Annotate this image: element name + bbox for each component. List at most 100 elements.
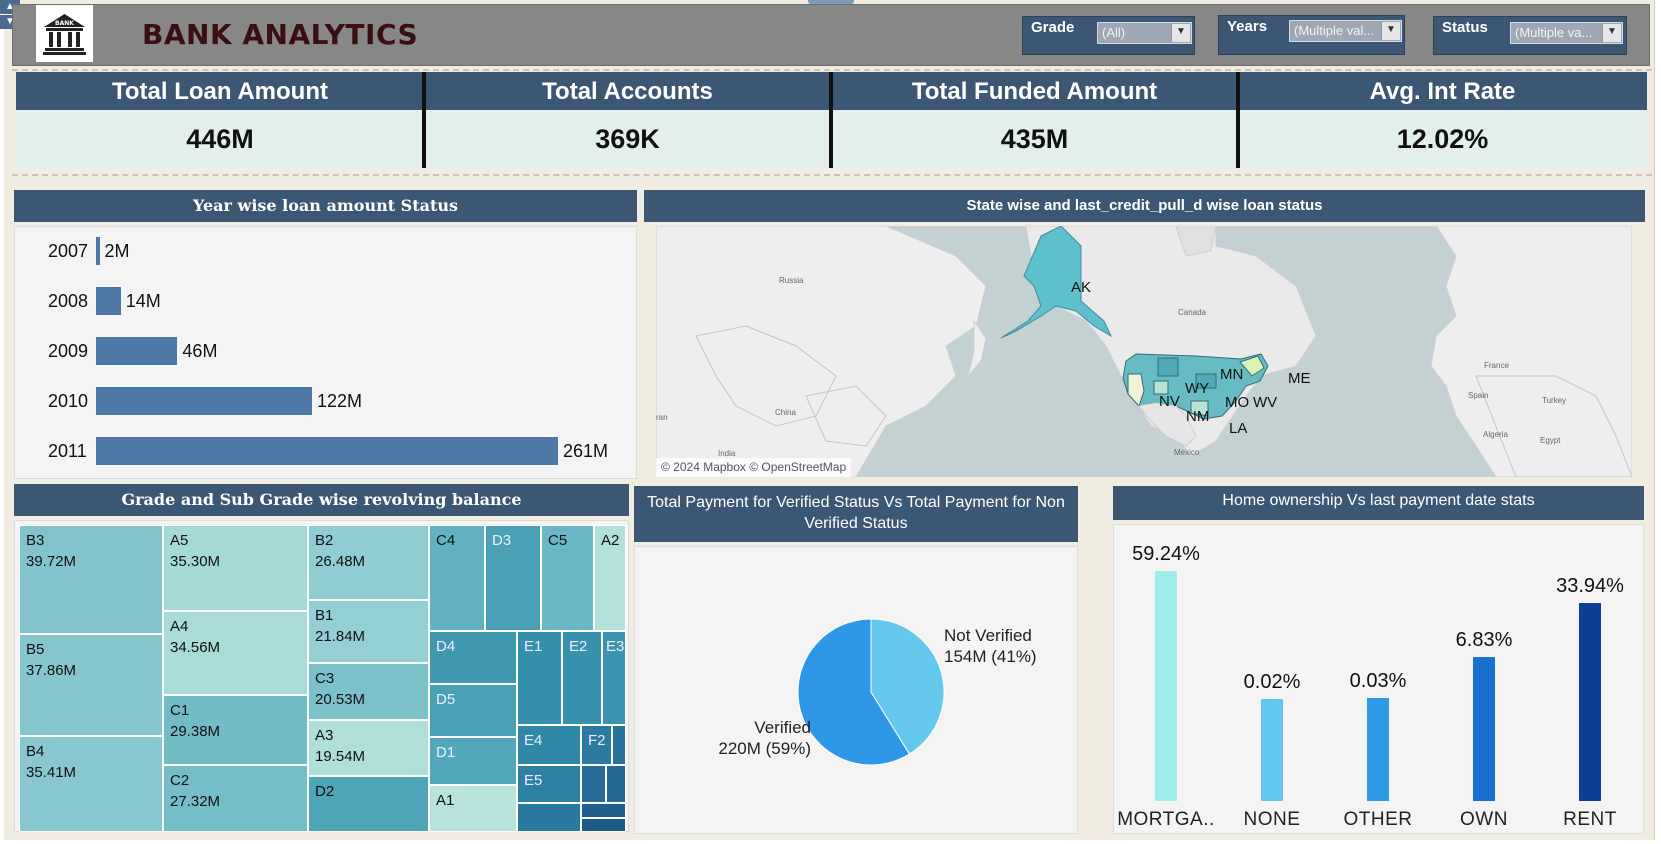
- treemap-cell-e4[interactable]: E4: [517, 725, 581, 765]
- treemap-cell-b3[interactable]: B3 39.72M: [19, 525, 163, 634]
- pie-panel-title: Total Payment for Verified Status Vs Tot…: [634, 486, 1078, 542]
- kpi-value-avg-int-rate: 12.02%: [1238, 110, 1647, 168]
- treemap-cell-c2[interactable]: C2 27.32M: [163, 765, 308, 832]
- filter-grade-dropdown[interactable]: (All) ▼: [1097, 22, 1192, 44]
- pie-title-line-2: Verified Status: [804, 515, 908, 532]
- state-label-ak: AK: [1071, 279, 1092, 296]
- treemap-cell-e2[interactable]: E2: [562, 631, 602, 725]
- home-bar-value-label: 0.03%: [1349, 670, 1407, 693]
- year-bar[interactable]: [96, 337, 178, 365]
- year-tick-label: 2010: [48, 391, 89, 411]
- chevron-down-icon[interactable]: ▼: [1171, 24, 1190, 42]
- chevron-down-icon[interactable]: ▼: [1381, 22, 1400, 40]
- treemap-cell-c5[interactable]: C5: [541, 525, 594, 631]
- treemap-cell-small[interactable]: [606, 765, 626, 803]
- home-bar[interactable]: [1579, 602, 1601, 801]
- treemap[interactable]: B3 39.72M B5 37.86M B4 35.41M A5 35.30M A4 34…: [14, 520, 629, 832]
- home-bar[interactable]: [1261, 698, 1283, 801]
- state-label-wv: WV: [1253, 394, 1278, 411]
- treemap-cell-b2[interactable]: B2 26.48M: [308, 525, 429, 600]
- year-tick-label: 2011: [48, 441, 87, 461]
- treemap-cell-a5[interactable]: A5 35.30M: [163, 525, 308, 611]
- treemap-cell-b4[interactable]: B4 35.41M: [19, 736, 163, 832]
- home-panel-title: Home ownership Vs last payment date stat…: [1113, 486, 1644, 520]
- treemap-cell-d5[interactable]: D5: [429, 684, 517, 737]
- year-chart[interactable]: 2007 2M 2008 14M 2009 46M 2010 122M 2011 261M: [14, 226, 637, 479]
- treemap-cell-d2[interactable]: D2: [308, 776, 429, 832]
- page-title: BANK ANALYTICS: [142, 18, 419, 51]
- bank-logo: BANK: [36, 5, 93, 62]
- kpi-divider: [829, 72, 833, 168]
- pie-chart[interactable]: Not Verified 154M (41%) Verified 220M (5…: [634, 546, 1078, 834]
- state-label-wy: WY: [1185, 380, 1210, 397]
- filter-status[interactable]: Status (Multiple va... ▼: [1433, 16, 1627, 55]
- treemap-cell-small[interactable]: [581, 803, 626, 818]
- year-bar[interactable]: [96, 387, 312, 415]
- home-chart[interactable]: 59.24% MORTGA.. 0.02% NONE 0.03% OTHER 6.83% OW…: [1113, 524, 1644, 834]
- filter-years[interactable]: Years (Multiple val... ▼: [1218, 15, 1405, 55]
- treemap-cell-c1[interactable]: C1 29.38M: [163, 695, 308, 765]
- treemap-cell-d4[interactable]: D4: [429, 631, 517, 684]
- year-bar[interactable]: [96, 287, 121, 315]
- year-tick-label: 2008: [48, 291, 89, 311]
- treemap-cell-a2[interactable]: A2: [594, 525, 626, 631]
- kpi-value-total-accounts: 369K: [424, 110, 831, 168]
- map-place-label: Russia: [779, 276, 804, 285]
- map-place-label: China: [775, 408, 796, 417]
- map-place-label: Egypt: [1540, 436, 1561, 445]
- treemap-cell-c3[interactable]: C3 20.53M: [308, 663, 429, 720]
- treemap-cell-small[interactable]: [581, 818, 626, 832]
- year-bar[interactable]: [96, 437, 558, 465]
- treemap-cell-f2[interactable]: F2: [581, 725, 612, 765]
- treemap-cell-a1[interactable]: A1: [429, 785, 517, 832]
- map-place-label: Spain: [1468, 391, 1489, 400]
- home-bar[interactable]: [1473, 656, 1495, 801]
- home-bar-value-label: 33.94%: [1556, 574, 1624, 597]
- year-bar-value-label: 261M: [563, 441, 609, 461]
- year-panel-title: Year wise loan amount Status: [14, 190, 637, 222]
- home-category-label: OWN: [1460, 809, 1508, 830]
- treemap-cell-b5[interactable]: B5 37.86M: [19, 634, 163, 736]
- map-place-label: Canada: [1178, 308, 1207, 317]
- map-attribution: © 2024 Mapbox © OpenStreetMap: [656, 458, 852, 477]
- state-label-nm: NM: [1186, 408, 1210, 425]
- home-bar-value-label: 6.83%: [1455, 628, 1513, 651]
- kpi-row: Total Loan Amount Total Accounts Total F…: [16, 72, 1652, 170]
- divider: [12, 69, 1652, 71]
- kpi-value-total-loan-amount: 446M: [16, 110, 424, 168]
- year-bar-value-label: 2M: [104, 241, 130, 261]
- home-bar-value-label: 0.02%: [1243, 670, 1301, 693]
- home-bar[interactable]: [1155, 571, 1177, 801]
- treemap-cell-e1[interactable]: E1: [517, 631, 562, 725]
- treemap-cell-d3[interactable]: D3: [485, 525, 541, 631]
- treemap-cell-small[interactable]: [581, 765, 606, 803]
- filter-status-dropdown[interactable]: (Multiple va... ▼: [1510, 22, 1623, 44]
- bank-icon: BANK: [43, 14, 86, 55]
- year-bar[interactable]: [96, 237, 100, 265]
- treemap-cell-c4[interactable]: C4: [429, 525, 485, 631]
- treemap-cell-small[interactable]: [612, 725, 626, 765]
- treemap-cell-d1[interactable]: D1: [429, 737, 517, 785]
- treemap-cell-e3[interactable]: E3: [602, 631, 626, 725]
- filter-grade-label: Grade: [1031, 19, 1075, 36]
- treemap-cell-small[interactable]: [517, 803, 581, 832]
- state-label-mn: MN: [1220, 366, 1244, 383]
- divider: [12, 174, 1652, 176]
- treemap-cell-b1[interactable]: B1 21.84M: [308, 600, 429, 663]
- home-category-label: MORTGA..: [1117, 809, 1215, 830]
- filter-years-dropdown[interactable]: (Multiple val... ▼: [1289, 20, 1402, 42]
- pie-label-not-verified: Not Verified 154M (41%): [944, 626, 1037, 666]
- filter-grade-value: (All): [1102, 25, 1126, 40]
- chevron-down-icon[interactable]: ▼: [1602, 24, 1621, 42]
- treemap-cell-a3[interactable]: A3 19.54M: [308, 720, 429, 776]
- home-category-label: RENT: [1563, 809, 1617, 830]
- treemap-cell-a4[interactable]: A4 34.56M: [163, 611, 308, 695]
- home-bar[interactable]: [1367, 698, 1389, 801]
- kpi-divider: [422, 72, 426, 168]
- pie-title-line-1: Total Payment for Verified Status Vs Tot…: [647, 494, 1065, 511]
- treemap-cell-e5[interactable]: E5: [517, 765, 581, 803]
- map-place-label: Mexico: [1174, 448, 1200, 457]
- filter-grade[interactable]: Grade (All) ▼: [1022, 16, 1195, 55]
- map-place-label: India: [718, 449, 736, 458]
- state-map[interactable]: Russia Canada China India Mexico France …: [656, 226, 1632, 477]
